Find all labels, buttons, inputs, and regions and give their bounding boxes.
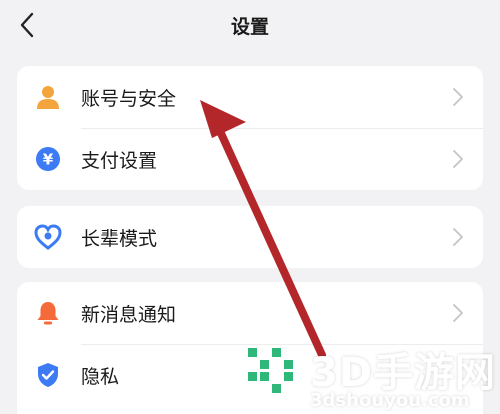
settings-item-label: 长辈模式 (81, 227, 158, 250)
chevron-right-icon (451, 226, 465, 248)
nav-bar: 设置 (0, 0, 500, 50)
settings-item-account-security[interactable]: 账号与安全 (17, 66, 483, 128)
settings-group-account: 账号与安全 ¥ 支付设置 (17, 66, 483, 190)
settings-item-payment[interactable]: ¥ 支付设置 (17, 128, 483, 190)
watermark-sub-text: 3dshouyou.com (310, 390, 470, 411)
chevron-right-icon (451, 86, 465, 108)
svg-text:¥: ¥ (43, 151, 54, 169)
settings-page: 设置 账号与安全 ¥ 支付设置 长辈模式 新消息通知 隐私 3D手游网 3dsh… (0, 0, 500, 414)
settings-group-elder: 长辈模式 (17, 206, 483, 268)
settings-item-label: 新消息通知 (81, 303, 177, 326)
user-icon (33, 82, 63, 112)
settings-item-label: 支付设置 (81, 149, 158, 172)
yuan-icon: ¥ (33, 144, 63, 174)
settings-item-label: 账号与安全 (81, 87, 177, 110)
chevron-right-icon (451, 302, 465, 324)
watermark: 3D手游网 3dshouyou.com (244, 338, 500, 414)
settings-item-elder-mode[interactable]: 长辈模式 (17, 206, 483, 268)
chevron-right-icon (451, 148, 465, 170)
3d-logo-icon (248, 348, 303, 393)
heart-icon (33, 222, 63, 252)
page-title: 设置 (230, 16, 269, 38)
settings-item-notifications[interactable]: 新消息通知 (17, 282, 483, 344)
shield-icon (33, 360, 63, 390)
bell-icon (33, 298, 63, 328)
settings-item-label: 隐私 (81, 365, 120, 388)
